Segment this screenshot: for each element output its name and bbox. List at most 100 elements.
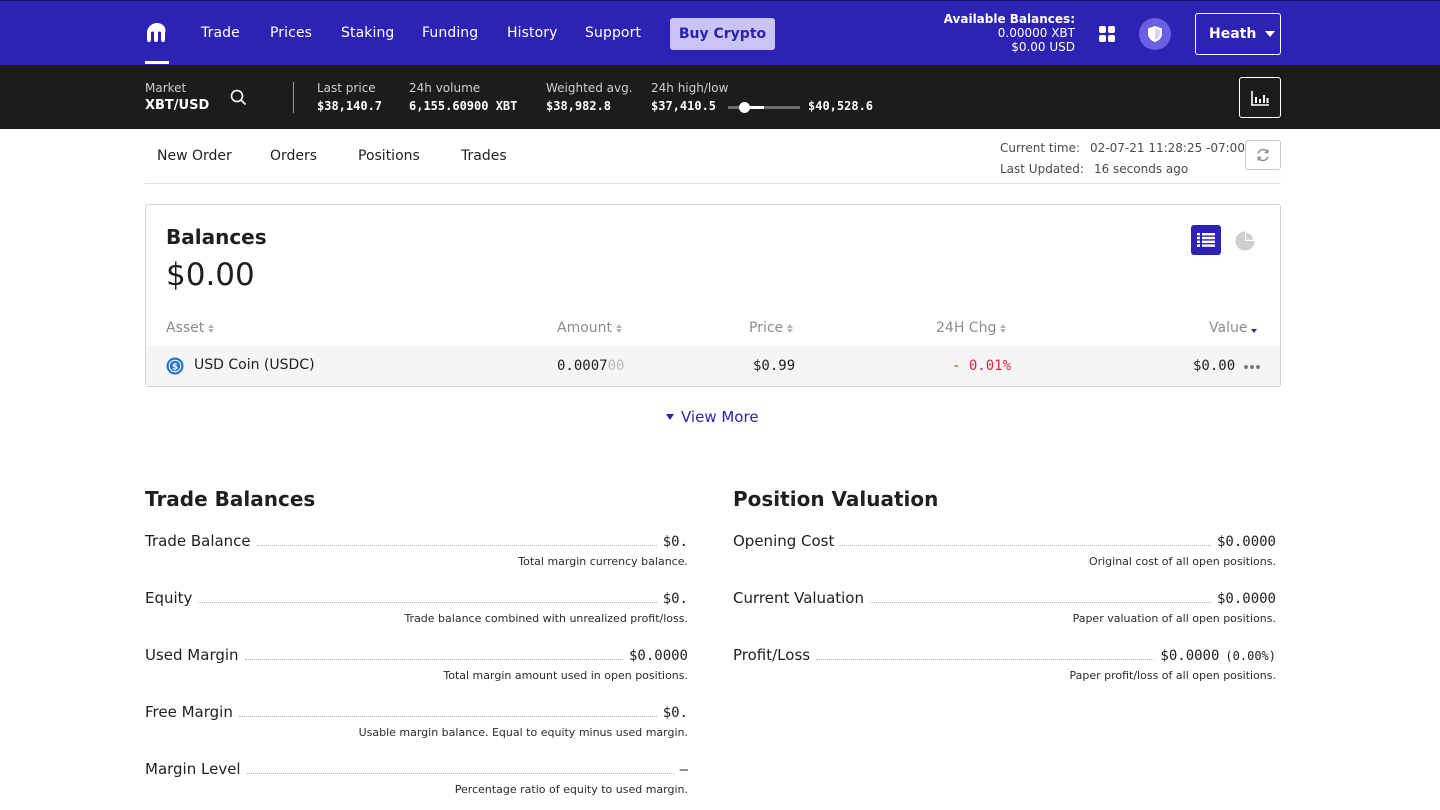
asset-amount-main: 0.0007 [557,358,608,374]
tab-trades[interactable]: Trades [461,148,507,164]
col-header-24h-change-label: 24H Chg [936,320,997,336]
bar-chart-icon [1251,90,1269,106]
top-navigation: Trade Prices Staking Funding History Sup… [0,0,1440,65]
user-menu-button[interactable]: Heath [1195,13,1281,55]
available-balances-title: Available Balances: [943,12,1075,26]
item-label: Free Margin [145,703,233,721]
profit-loss-percent: (0.00%) [1225,649,1276,663]
list-view-button[interactable] [1191,225,1221,255]
col-header-price[interactable]: Price [749,320,794,336]
low-value: $37,410.5 [651,99,717,113]
item-value: — [679,762,688,778]
profit-loss-item: Profit/Loss $0.0000 (0.00%) Paper profit/l… [733,646,1276,682]
sort-desc-icon [1251,324,1258,333]
tabs-divider [145,183,1281,184]
market-pair-selector[interactable]: XBT/USD [145,98,209,113]
item-value: $0.0000 [628,648,688,664]
list-icon [1197,233,1215,247]
col-header-asset[interactable]: Asset [166,320,215,336]
balances-title: Balances [166,225,267,249]
item-label: Trade Balance [145,532,251,550]
view-more-link[interactable]: View More [666,408,759,426]
item-description: Paper valuation of all open positions. [1072,612,1276,625]
refresh-icon [1257,148,1269,162]
nav-staking[interactable]: Staking [341,25,394,41]
opening-cost-item: Opening Cost $0.0000 Original cost of all… [733,532,1276,568]
more-options-icon[interactable] [1244,365,1260,369]
time-info: Current time: 02-07-21 11:28:25 -07:00 La… [1000,138,1245,180]
item-label: Equity [145,589,193,607]
equity-item: Equity $0. Trade balance combined with un… [145,589,688,625]
view-more-label: View More [681,408,759,426]
sort-icon [1000,323,1007,333]
market-label: Market [145,81,187,95]
nav-trade[interactable]: Trade [201,25,240,41]
balances-card: Balances $0.00 Asset Amount Price 24H Ch… [145,204,1281,387]
item-label: Opening Cost [733,532,835,550]
buy-crypto-button[interactable]: Buy Crypto [670,18,775,50]
col-header-value[interactable]: Value [1209,320,1258,336]
last-price-value: $38,140.7 [317,99,383,113]
free-margin-item: Free Margin $0. Usable margin balance. Eq… [145,703,688,739]
ticker-divider [293,82,294,113]
col-header-24h-change[interactable]: 24H Chg [936,320,1007,336]
last-updated-value: 16 seconds ago [1093,162,1189,176]
asset-name: USD Coin (USDC) [194,357,315,373]
margin-level-item: Margin Level — Percentage ratio of equity… [145,760,688,796]
balances-total: $0.00 [166,257,255,293]
shield-icon [1148,26,1162,42]
asset-24h-change: - 0.01% [952,358,1012,374]
security-shield-button[interactable] [1139,18,1171,50]
chart-view-button[interactable] [1239,77,1281,118]
high-value: $40,528.6 [808,99,874,113]
market-ticker-bar: Market XBT/USD Last price $38,140.7 24h … [0,65,1440,129]
item-description: Total margin currency balance. [518,555,688,568]
item-label: Margin Level [145,760,241,778]
col-header-amount-label: Amount [557,320,613,336]
available-balances: Available Balances: 0.00000 XBT $0.00 US… [944,12,1075,54]
item-label: Profit/Loss [733,646,811,664]
item-description: Paper profit/loss of all open positions. [1069,669,1276,682]
pie-chart-icon[interactable] [1234,230,1256,252]
tab-orders[interactable]: Orders [270,148,317,164]
item-value: $0.0000 [1216,534,1276,550]
active-home-indicator [145,61,169,64]
nav-support[interactable]: Support [585,25,641,41]
tab-new-order[interactable]: New Order [157,148,232,164]
search-icon[interactable] [230,89,247,106]
refresh-button[interactable] [1245,140,1281,170]
item-value: $0. [662,534,688,550]
nav-history[interactable]: History [507,25,558,41]
balance-xbt: 0.00000 XBT [997,26,1075,40]
item-description: Original cost of all open positions. [1088,555,1276,568]
item-value: $0.0000 [1216,591,1276,607]
col-header-price-label: Price [749,320,784,336]
col-header-value-label: Value [1209,320,1248,336]
tab-positions[interactable]: Positions [358,148,420,164]
item-description: Percentage ratio of equity to used margi… [454,783,688,796]
asset-amount-trailing: 00 [607,358,625,374]
user-name: Heath [1209,26,1257,42]
item-label: Used Margin [145,646,239,664]
item-value: $0.0000 (0.00%) [1160,648,1276,664]
table-row[interactable]: $ USD Coin (USDC) 0.000700 $0.99 - 0.01%… [146,346,1280,386]
last-updated-label: Last Updated: [1000,162,1084,176]
high-low-label: 24h high/low [651,81,729,95]
sort-icon [616,323,623,333]
item-value: $0. [662,591,688,607]
col-header-amount[interactable]: Amount [557,320,623,336]
weighted-avg-value: $38,982.8 [546,99,612,113]
kraken-logo-icon[interactable] [145,21,169,45]
position-valuation-title: Position Valuation [733,487,939,511]
asset-price: $0.99 [753,358,796,374]
item-label: Current Valuation [733,589,864,607]
balance-usd: $0.00 USD [1011,40,1075,54]
current-valuation-item: Current Valuation $0.0000 Paper valuation… [733,589,1276,625]
usdc-coin-icon: $ [166,357,184,375]
current-price-marker [739,102,750,113]
nav-prices[interactable]: Prices [270,25,312,41]
used-margin-item: Used Margin $0.0000 Total margin amount u… [145,646,688,682]
apps-grid-icon[interactable] [1099,26,1115,42]
caret-down-icon [666,414,674,420]
nav-funding[interactable]: Funding [422,25,478,41]
